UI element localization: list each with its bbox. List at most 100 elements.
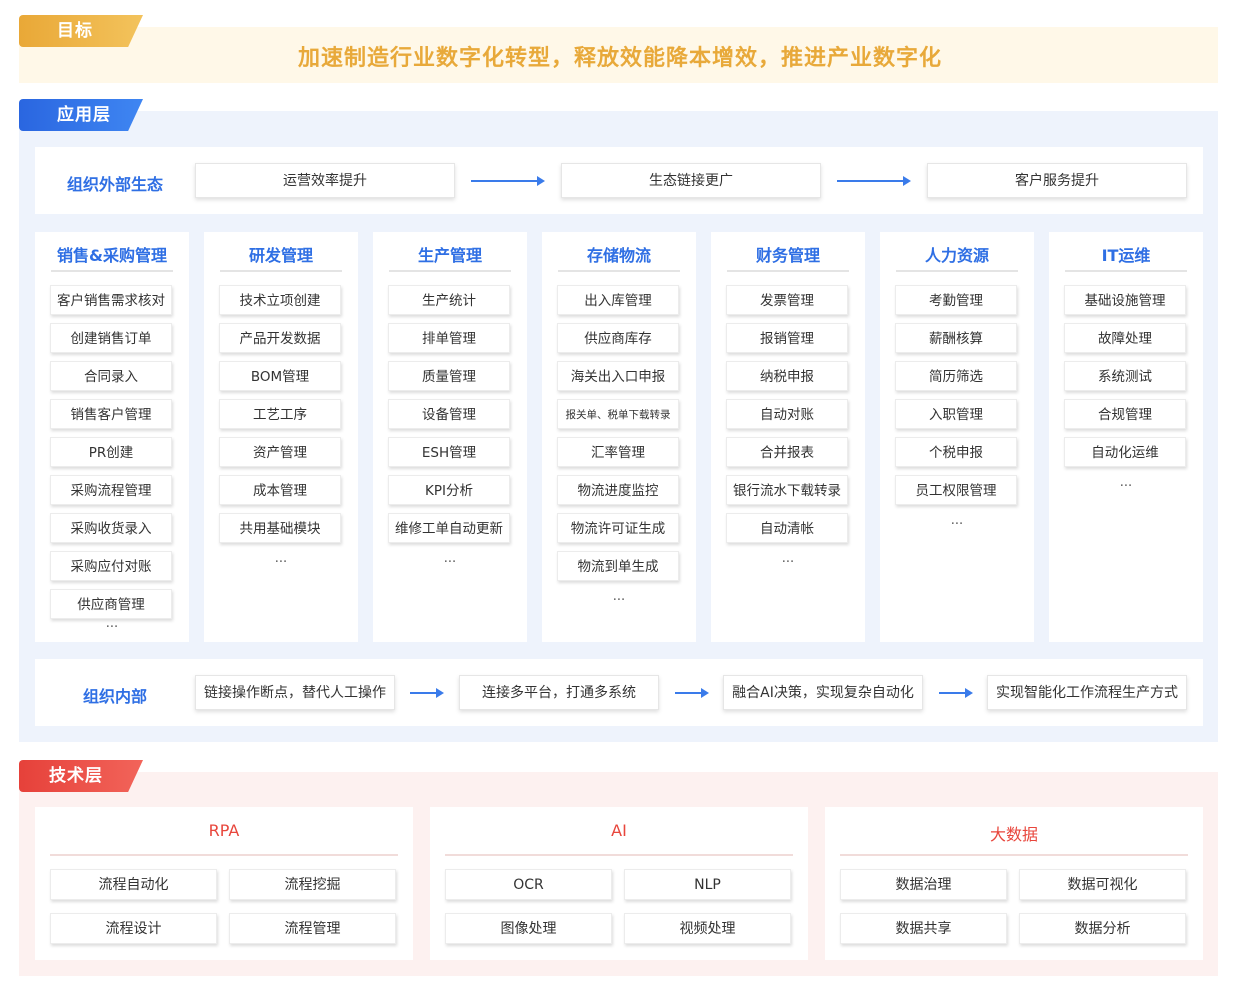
- function-item: 合同录入: [50, 361, 172, 391]
- function-item: 资产管理: [219, 437, 341, 467]
- arrow-icon: [675, 688, 709, 698]
- more-ellipsis: ···: [781, 555, 795, 570]
- external-step-1: 运营效率提升: [195, 163, 455, 198]
- function-item: 供应商库存: [557, 323, 679, 353]
- function-item: 创建销售订单: [50, 323, 172, 353]
- internal-step-2: 连接多平台，打通多系统: [459, 675, 659, 710]
- function-item: 排单管理: [388, 323, 510, 353]
- column-divider: [896, 270, 1018, 272]
- tech-group-divider: [50, 854, 398, 856]
- column-title: 存储物流: [586, 246, 651, 265]
- function-item: 成本管理: [219, 475, 341, 505]
- function-item: 维修工单自动更新: [388, 513, 510, 543]
- function-item: 采购流程管理: [50, 475, 172, 505]
- function-item: 设备管理: [388, 399, 510, 429]
- column-1: 研发管理 技术立项创建 产品开发数据 BOM管理 工艺工序 资产管理 成本管理 共用基础模块 ·…: [204, 232, 358, 642]
- function-item: 银行流水下载转录: [726, 475, 848, 505]
- column-divider: [558, 270, 680, 272]
- column-title: 人力资源: [924, 246, 989, 265]
- tech-group-title: 大数据: [989, 825, 1038, 844]
- function-item: 自动化运维: [1064, 437, 1186, 467]
- function-item: ESH管理: [388, 437, 510, 467]
- function-item: BOM管理: [219, 361, 341, 391]
- internal-label: 组织内部: [82, 687, 147, 706]
- column-3: 存储物流出入库管理供应商库存海关出入口申报 报关单、税单下载转录 汇率管理物流进度监…: [542, 232, 696, 642]
- column-title: 销售&采购管理: [57, 246, 167, 265]
- column-4: 财务管理 发票管理 报销管理 纳税申报 自动对账 合并报表 银行流水下载转录 自动清帐 ···: [711, 232, 865, 642]
- internal-step-1: 链接操作断点，替代人工操作: [195, 675, 395, 710]
- internal-step-4: 实现智能化工作流程生产方式: [987, 675, 1187, 710]
- external-step-2: 生态链接更广: [561, 163, 821, 198]
- function-item: 共用基础模块: [219, 513, 341, 543]
- column-2: 生产管理 生产统计 排单管理 质量管理 设备管理 ESH管理 KPI分析 维修工单自动更新 ··…: [373, 232, 527, 642]
- function-item: 考勤管理: [895, 285, 1017, 315]
- tech-group-title: AI: [611, 821, 627, 840]
- function-item: 海关出入口申报: [557, 361, 679, 391]
- function-item: 故障处理: [1064, 323, 1186, 353]
- function-item: 采购应付对账: [50, 551, 172, 581]
- function-item: 自动清帐: [726, 513, 848, 543]
- column-6: IT运维 基础设施管理 故障处理 系统测试 合规管理 自动化运维 ···: [1049, 232, 1203, 642]
- function-item: 工艺工序: [219, 399, 341, 429]
- function-item: 简历筛选: [895, 361, 1017, 391]
- external-ecosystem-label: 组织外部生态: [66, 175, 163, 194]
- tech-item: 数据可视化: [1019, 869, 1186, 900]
- tech-group-0: RPA 流程自动化 流程挖掘 流程设计 流程管理: [35, 807, 413, 960]
- tech-item: 流程自动化: [50, 869, 217, 900]
- function-item: 报销管理: [726, 323, 848, 353]
- function-item: 产品开发数据: [219, 323, 341, 353]
- tech-group-divider: [840, 854, 1188, 856]
- tech-group-title: RPA: [208, 821, 240, 840]
- function-item: 技术立项创建: [219, 285, 341, 315]
- function-item: 基础设施管理: [1064, 285, 1186, 315]
- function-item: 供应商管理: [50, 589, 172, 619]
- column-divider: [1065, 270, 1187, 272]
- function-item: 客户销售需求核对: [50, 285, 172, 315]
- internal-step-3: 融合AI决策，实现复杂自动化: [723, 675, 923, 710]
- function-item: 合并报表: [726, 437, 848, 467]
- tech-item: 流程设计: [50, 913, 217, 944]
- tech-item: 视频处理: [624, 913, 791, 944]
- tech-item: 数据治理: [840, 869, 1007, 900]
- function-item: 物流进度监控: [557, 475, 679, 505]
- function-item: 物流许可证生成: [557, 513, 679, 543]
- function-item: 发票管理: [726, 285, 848, 315]
- arrow-icon: [939, 688, 973, 698]
- function-item: 报关单、税单下载转录: [557, 399, 679, 429]
- function-item: 薪酬核算: [895, 323, 1017, 353]
- function-item: 个税申报: [895, 437, 1017, 467]
- more-ellipsis: ···: [274, 555, 288, 570]
- function-item: KPI分析: [388, 475, 510, 505]
- function-item: PR创建: [50, 437, 172, 467]
- arrow-icon: [837, 176, 911, 186]
- column-5: 人力资源 考勤管理 薪酬核算 简历筛选 入职管理 个税申报 员工权限管理 ···: [880, 232, 1034, 642]
- tech-item: NLP: [624, 869, 791, 900]
- column-title: 财务管理: [755, 246, 820, 265]
- function-item: 汇率管理: [557, 437, 679, 467]
- function-item: 员工权限管理: [895, 475, 1017, 505]
- function-item: 出入库管理: [557, 285, 679, 315]
- function-item: 质量管理: [388, 361, 510, 391]
- tech-item: 流程管理: [229, 913, 396, 944]
- tech-item: 数据共享: [840, 913, 1007, 944]
- function-item: 物流到单生成: [557, 551, 679, 581]
- function-item: 入职管理: [895, 399, 1017, 429]
- tech-group-1: AI OCR NLP 图像处理 视频处理: [430, 807, 808, 960]
- function-item: 销售客户管理: [50, 399, 172, 429]
- tech-group-2: 大数据 数据治理 数据可视化 数据共享 数据分析: [825, 807, 1203, 960]
- more-ellipsis: ···: [1119, 479, 1133, 494]
- column-divider: [51, 270, 173, 272]
- column-title: IT运维: [1101, 246, 1151, 265]
- external-step-3: 客户服务提升: [927, 163, 1187, 198]
- column-0: 销售&采购管理客户销售需求核对 创建销售订单 合同录入销售客户管理 PR创建采购流程管…: [35, 232, 189, 642]
- column-divider: [220, 270, 342, 272]
- column-divider: [727, 270, 849, 272]
- function-item: 自动对账: [726, 399, 848, 429]
- arrow-icon: [471, 176, 545, 186]
- column-divider: [389, 270, 511, 272]
- tech-group-divider: [445, 854, 793, 856]
- more-ellipsis: ···: [105, 620, 119, 635]
- tech-item: 图像处理: [445, 913, 612, 944]
- app-layer-tag: 应用层: [19, 99, 143, 131]
- function-item: 系统测试: [1064, 361, 1186, 391]
